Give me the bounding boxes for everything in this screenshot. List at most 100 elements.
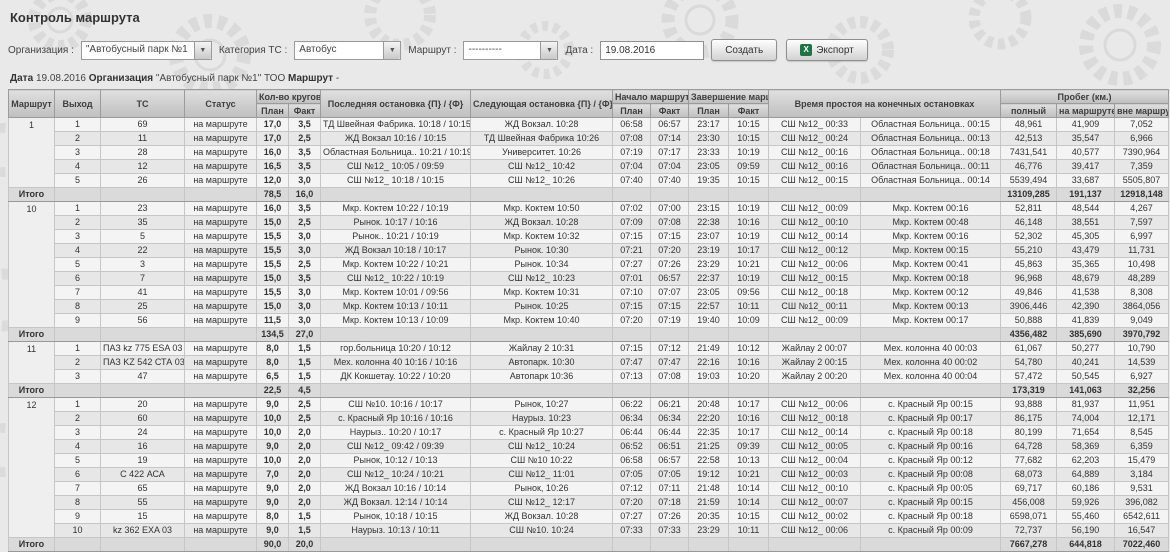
table-cell: 06:52 — [613, 440, 651, 454]
table-cell: 68,073 — [1001, 468, 1057, 482]
table-cell: 10:19 — [729, 202, 769, 216]
table-cell: 07:14 — [651, 132, 689, 146]
table-cell: Наурыз. 10:13 / 10:11 — [321, 524, 471, 538]
table-cell: на маршруте — [185, 146, 257, 160]
table-cell: 69,717 — [1001, 482, 1057, 496]
table-cell: 10,0 — [257, 454, 289, 468]
table-cell: 9,0 — [257, 482, 289, 496]
table-cell: 6,966 — [1115, 132, 1169, 146]
total-row: Итого90,020,07667,278644,8187022,460 — [9, 538, 1169, 552]
table-cell: СШ №12_ 00:05 — [769, 440, 861, 454]
header-start-group: Начало маршрута — [613, 90, 689, 104]
date-input[interactable] — [600, 41, 704, 60]
table-row: 10kz 362 EXA 03на маршруте9,01,5Наурыз. … — [9, 524, 1169, 538]
table-cell: СШ №12_ 10:18 / 10:15 — [321, 174, 471, 188]
table-cell: 7,0 — [257, 468, 289, 482]
table-cell: на маршруте — [185, 468, 257, 482]
table-cell: 64,728 — [1001, 440, 1057, 454]
table-cell: 10:16 — [729, 412, 769, 426]
excel-icon: X — [800, 44, 812, 56]
table-cell: ПАЗ kz 775 ESA 03 — [101, 342, 185, 356]
table-row: 53на маршруте15,52,5Мкр. Коктем 10:22 / … — [9, 258, 1169, 272]
table-cell: на маршруте — [185, 370, 257, 384]
table-cell: СШ №12_ 00:12 — [769, 244, 861, 258]
table-cell: на маршруте — [185, 132, 257, 146]
table-cell: Рынок. 10:25 — [471, 300, 613, 314]
table-cell: 8 — [55, 300, 101, 314]
table-cell: на маршруте — [185, 454, 257, 468]
table-cell: 28 — [101, 146, 185, 160]
table-cell: 8,308 — [1115, 286, 1169, 300]
table-cell: 21:59 — [689, 496, 729, 510]
header-finish-plan: План — [689, 104, 729, 118]
table-cell: 3,0 — [289, 314, 321, 328]
table-cell — [185, 188, 257, 202]
table-cell: 12,171 — [1115, 412, 1169, 426]
table-cell: 86,175 — [1001, 412, 1057, 426]
table-cell: на маршруте — [185, 160, 257, 174]
table-cell: с. Красный Яр 00:15 — [861, 496, 1001, 510]
table-cell: 7 — [55, 482, 101, 496]
table-cell: 35,365 — [1057, 258, 1115, 272]
table-cell — [471, 384, 613, 398]
table-cell: 07:09 — [613, 216, 651, 230]
table-cell: Областная Больница.. 00:11 — [861, 160, 1001, 174]
table-cell — [613, 384, 651, 398]
table-cell: 07:04 — [651, 160, 689, 174]
table-cell: 10:17 — [729, 398, 769, 412]
table-cell: 10:16 — [729, 356, 769, 370]
table-cell: СШ №12_ 10:42 — [471, 160, 613, 174]
category-dropdown[interactable]: Автобус ▼ — [294, 41, 401, 60]
table-cell: 6,927 — [1115, 370, 1169, 384]
table-cell: СШ №12_ 10:22 / 10:19 — [321, 272, 471, 286]
table-cell: 1,5 — [289, 356, 321, 370]
table-cell: 07:40 — [613, 174, 651, 188]
organization-value: "Автобусный парк №1 — [82, 42, 194, 59]
table-cell: СШ №12_ 00:06 — [769, 398, 861, 412]
total-mileage-on: 385,690 — [1057, 328, 1115, 342]
table-cell: 9 — [55, 314, 101, 328]
table-cell: 74,004 — [1057, 412, 1115, 426]
table-cell: 22:38 — [689, 216, 729, 230]
table-cell: 23:33 — [689, 146, 729, 160]
table-cell: 3 — [101, 258, 185, 272]
table-cell: 07:40 — [651, 174, 689, 188]
create-button[interactable]: Создать — [711, 39, 777, 61]
table-cell: 10,498 — [1115, 258, 1169, 272]
table-cell: 10:11 — [729, 524, 769, 538]
chevron-down-icon[interactable]: ▼ — [383, 42, 400, 59]
route-dropdown[interactable]: ---------- ▼ — [463, 41, 558, 60]
table-cell: Мкр. Коктем 10:50 — [471, 202, 613, 216]
table-cell: 3 — [55, 426, 101, 440]
table-cell: 1 — [55, 342, 101, 356]
table-cell: ЖД Вокзал. 10:28 — [471, 118, 613, 132]
table-cell: 07:15 — [651, 300, 689, 314]
table-row: 6С 422 АСАна маршруте7,02,0СШ №12_ 10:24… — [9, 468, 1169, 482]
table-cell — [321, 384, 471, 398]
table-cell: 52,811 — [1001, 202, 1057, 216]
table-cell: 9,0 — [257, 496, 289, 510]
table-cell: 6,5 — [257, 370, 289, 384]
organization-dropdown[interactable]: "Автобусный парк №1 ▼ — [81, 41, 212, 60]
table-cell: 7431,541 — [1001, 146, 1057, 160]
table-cell: на маршруте — [185, 412, 257, 426]
table-cell: с. Красный Яр 00:09 — [861, 524, 1001, 538]
export-button[interactable]: X Экспорт — [786, 39, 868, 61]
table-row: 324на маршруте10,02,0Наурыз.. 10:20 / 10… — [9, 426, 1169, 440]
table-cell: 23:30 — [689, 132, 729, 146]
table-cell: 3,0 — [289, 230, 321, 244]
table-cell: 60,186 — [1057, 482, 1115, 496]
table-cell: 48,544 — [1057, 202, 1115, 216]
table-cell: 3,0 — [289, 286, 321, 300]
chevron-down-icon[interactable]: ▼ — [540, 42, 557, 59]
table-row: 10123на маршруте16,03,5Мкр. Коктем 10:22… — [9, 202, 1169, 216]
table-cell: 19:35 — [689, 174, 729, 188]
table-cell — [689, 538, 729, 552]
table-cell: 07:00 — [651, 202, 689, 216]
table-cell: 61,067 — [1001, 342, 1057, 356]
table-cell: 16,0 — [257, 146, 289, 160]
chevron-down-icon[interactable]: ▼ — [194, 42, 211, 59]
table-cell: 10:14 — [729, 496, 769, 510]
subtitle-route-value: - — [336, 73, 339, 84]
table-cell: 06:34 — [613, 412, 651, 426]
